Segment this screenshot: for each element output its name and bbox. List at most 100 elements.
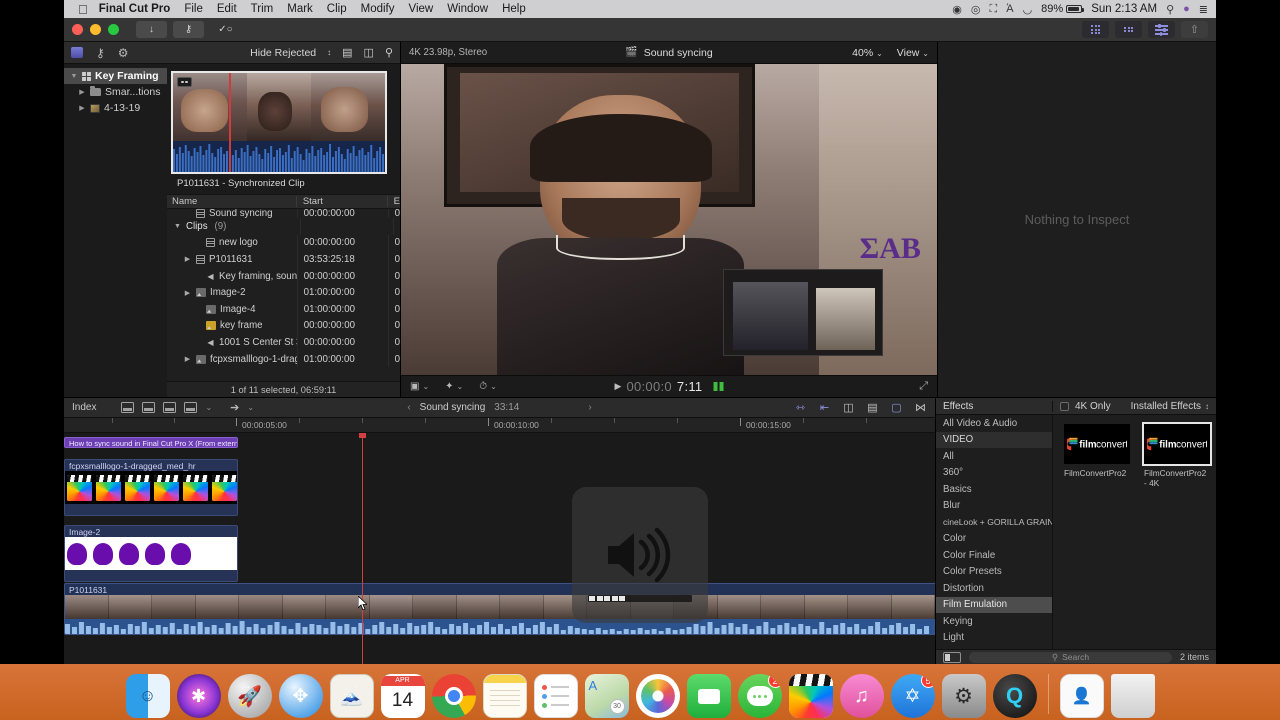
browser-clip-filmstrip[interactable] xyxy=(171,71,387,174)
dock-item-final-cut-pro[interactable] xyxy=(788,674,833,718)
menu-item-file[interactable]: File xyxy=(184,3,203,15)
timeline-index-button[interactable]: Index xyxy=(72,402,96,413)
apple-menu-icon[interactable]:  xyxy=(78,3,88,16)
hide-rejected-filter[interactable]: Hide Rejected xyxy=(250,47,316,59)
effects-category-item[interactable]: Color xyxy=(936,531,1052,548)
spotlight-search-icon[interactable]: ⚲ xyxy=(1166,3,1174,16)
clip-appearance-icon[interactable]: ◫ xyxy=(842,402,855,414)
menu-item-modify[interactable]: Modify xyxy=(361,3,395,15)
table-row[interactable]: ▶ P1011631 03:53:25:18 0 xyxy=(167,251,400,268)
disclosure-triangle-icon[interactable]: ▼ xyxy=(70,73,78,80)
dock-item-app-store[interactable]: ✡ 5 xyxy=(890,674,935,718)
chevron-down-icon[interactable]: ⌄ xyxy=(205,403,212,412)
disclosure-triangle-icon[interactable]: ▶ xyxy=(78,104,86,112)
effects-category-item-film-emulation[interactable]: Film Emulation xyxy=(936,596,1052,613)
dock-item-trash[interactable] xyxy=(1110,674,1155,718)
connect-edit-icon[interactable] xyxy=(184,402,198,413)
dock-item-reminders[interactable] xyxy=(533,674,578,718)
effects-category-item[interactable]: Color Presets xyxy=(936,564,1052,581)
share-icon[interactable]: ⇧ xyxy=(1181,21,1208,38)
table-row[interactable]: ◀ 1001 S Center St 3 00:00:00:00 0 xyxy=(167,334,400,351)
overwrite-edit-icon[interactable] xyxy=(163,402,177,413)
table-row[interactable]: key frame 00:00:00:00 0 xyxy=(167,317,400,335)
chevron-down-icon[interactable]: ⌄ xyxy=(247,403,254,412)
effects-category-item[interactable]: Distortion xyxy=(936,580,1052,597)
menu-item-final-cut-pro[interactable]: Final Cut Pro xyxy=(99,3,171,15)
audio-meters-icon[interactable] xyxy=(1148,21,1175,38)
table-row[interactable]: ▶ Image-2 01:00:00:00 0 xyxy=(167,284,400,301)
dock-item-photos[interactable] xyxy=(635,674,680,718)
notification-center-icon[interactable]: ≣ xyxy=(1199,3,1208,16)
column-header-end[interactable]: E xyxy=(386,196,400,207)
disclosure-triangle-icon[interactable]: ▼ xyxy=(173,223,182,230)
timeline-clip-logo[interactable]: fcpxsmalllogo-1-dragged_med_hr xyxy=(64,459,238,516)
dock-item-messages[interactable]: 2 xyxy=(737,674,782,718)
select-tool-icon[interactable]: ➔ xyxy=(230,401,239,414)
menu-item-trim[interactable]: Trim xyxy=(251,3,274,15)
insert-edit-icon[interactable] xyxy=(142,402,156,413)
table-row[interactable]: ▶ fcpxsmalllogo-1-dragg... 01:00:00:00 0 xyxy=(167,350,400,368)
fullscreen-icon[interactable]: ⤢ xyxy=(919,380,928,393)
screen-share-icon[interactable]: ◎ xyxy=(971,3,981,16)
library-icon[interactable] xyxy=(71,47,83,58)
smart-collection-icon[interactable]: ⚙ xyxy=(118,46,129,60)
column-header-name[interactable]: Name xyxy=(167,196,296,207)
menu-item-clip[interactable]: Clip xyxy=(327,3,347,15)
effects-category-item[interactable]: Basics xyxy=(936,481,1052,498)
enhancements-icon[interactable]: ✦ ⌄ xyxy=(445,381,463,392)
close-button[interactable] xyxy=(72,24,83,35)
record-icon[interactable]: ◉ xyxy=(952,3,962,16)
effects-category-item[interactable]: All xyxy=(936,448,1052,465)
effects-browser-icon[interactable] xyxy=(1115,21,1142,38)
dock-item-finder[interactable]: ☺ xyxy=(125,674,170,718)
effects-category-list[interactable]: All Video & Audio VIDEO All 360° Basics … xyxy=(936,415,1053,649)
effects-category-item[interactable]: Keying xyxy=(936,613,1052,630)
siri-icon[interactable]: ● xyxy=(1183,3,1190,15)
table-row[interactable]: Sound syncing 00:00:00:00 0 xyxy=(167,209,400,218)
table-row[interactable]: ◀ Key framing, sound syn... 00:00:00:00 0 xyxy=(167,267,400,285)
bluetooth-icon[interactable]: Ά xyxy=(1006,3,1013,15)
dock-item-chrome[interactable] xyxy=(431,674,476,718)
sidebar-toggle-icon[interactable] xyxy=(943,651,961,663)
dock-item-system-preferences[interactable]: ⚙ xyxy=(941,674,986,718)
timeline-playhead[interactable] xyxy=(359,433,366,664)
wifi-icon[interactable]: ◡ xyxy=(1023,3,1033,16)
effects-category-item[interactable]: Blur xyxy=(936,498,1052,515)
timeline-clip-p1011631[interactable]: P1011631 xyxy=(64,583,935,635)
dock-item-siri[interactable]: ✱ xyxy=(176,674,221,718)
menu-item-window[interactable]: Window xyxy=(447,3,488,15)
next-timeline-icon[interactable]: › xyxy=(588,402,591,413)
effect-item-filmconvertpro2[interactable]: film convert FilmConvertPro2 xyxy=(1064,424,1130,478)
effects-category-item[interactable]: VIDEO xyxy=(936,431,1052,448)
keywords-icon[interactable]: ⚷ xyxy=(96,46,105,60)
filmstrip-view-icon[interactable]: ▤ xyxy=(342,46,352,59)
dock-item-maps[interactable]: A 30 xyxy=(584,674,629,718)
background-tasks-icon[interactable]: ✓○ xyxy=(210,21,241,38)
snapping-icon[interactable]: ▤ xyxy=(866,402,879,414)
4k-only-label[interactable]: 4K Only xyxy=(1075,401,1111,412)
dock-item-calendar[interactable]: APR 14 xyxy=(380,674,425,718)
zoom-button[interactable] xyxy=(108,24,119,35)
timeline-ruler[interactable]: 00:00:05:00 00:00:10:00 00:00:15:00 xyxy=(64,418,935,433)
table-row[interactable]: ▼ Clips (9) xyxy=(167,218,400,235)
trim-icon[interactable]: ⇿ xyxy=(794,402,807,414)
installed-effects-filter[interactable]: Installed Effects xyxy=(1131,401,1201,412)
previous-timeline-icon[interactable]: ‹ xyxy=(407,402,410,413)
append-edit-icon[interactable] xyxy=(121,402,135,413)
viewer-zoom-menu[interactable]: 40% ⌄ xyxy=(852,47,883,59)
menu-item-help[interactable]: Help xyxy=(502,3,526,15)
menu-item-mark[interactable]: Mark xyxy=(287,3,313,15)
effects-grid[interactable]: film convert FilmConvertPro2 film conver… xyxy=(1053,415,1216,649)
sidebar-item-key-framing[interactable]: ▼ Key Framing xyxy=(64,68,167,84)
dock-item-notes[interactable] xyxy=(482,674,527,718)
minimize-button[interactable] xyxy=(90,24,101,35)
disclosure-triangle-icon[interactable]: ▶ xyxy=(183,355,192,363)
chevron-updown-icon[interactable]: ↕ xyxy=(327,48,331,57)
clip-list[interactable]: Sound syncing 00:00:00:00 0 ▼ Clips (9) ne… xyxy=(167,209,400,381)
import-media-icon[interactable]: ↓ xyxy=(136,21,167,38)
table-row[interactable]: Image-4 01:00:00:00 0 xyxy=(167,300,400,318)
dock-item-launchpad[interactable]: 🚀 xyxy=(227,674,272,718)
disclosure-triangle-icon[interactable]: ▶ xyxy=(183,289,192,297)
timeline-clip-image-2[interactable]: Image-2 xyxy=(64,525,238,582)
effects-category-item[interactable]: 360° xyxy=(936,465,1052,482)
